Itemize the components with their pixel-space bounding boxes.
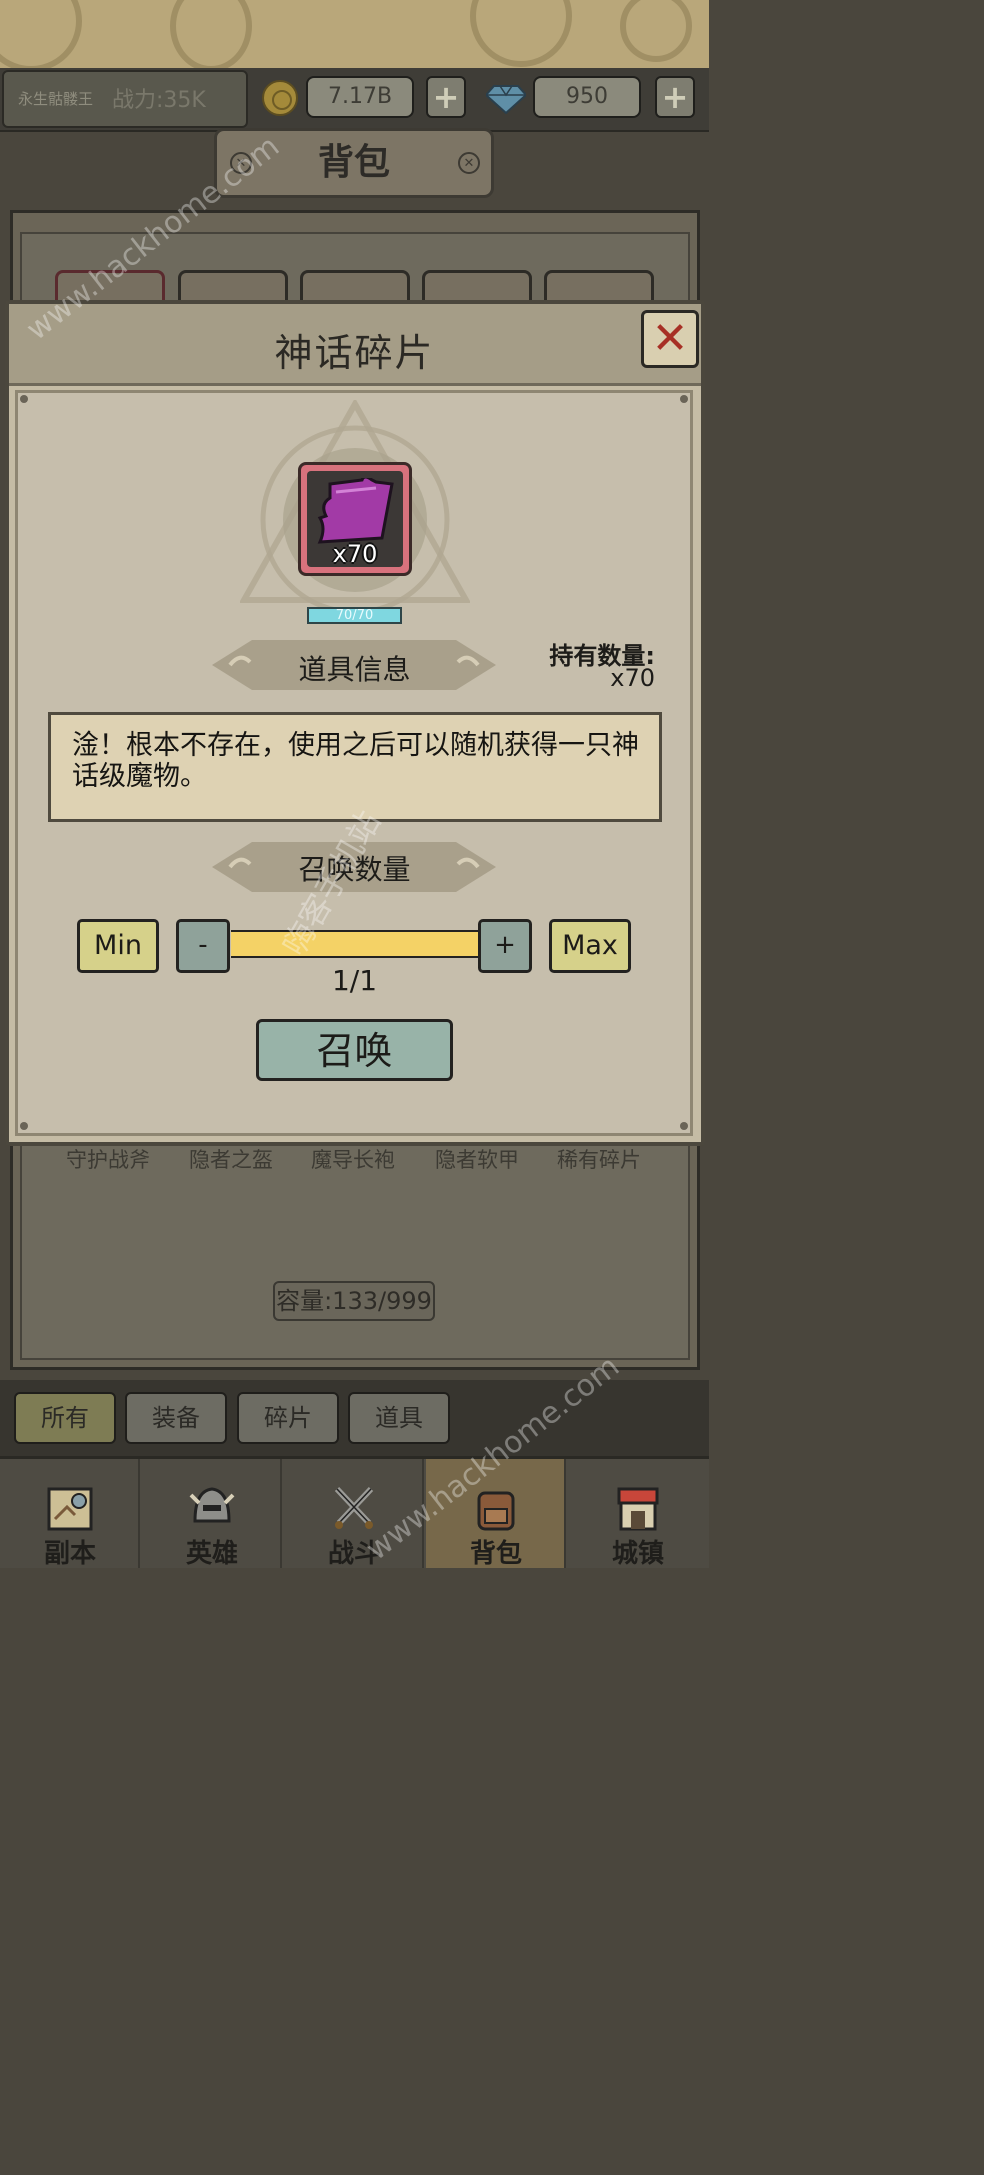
nav-heroes[interactable]: 英雄 <box>142 1459 282 1569</box>
filter-tab-items[interactable]: 道具 <box>348 1392 450 1444</box>
dialog-title: 神话碎片 <box>274 331 435 375</box>
corner-rivet-icon <box>680 1122 688 1130</box>
item-quantity: x70 <box>332 540 378 568</box>
corner-rivet-icon <box>20 1122 28 1130</box>
bag-item-label: 魔导长袍 <box>311 1148 395 1172</box>
quantity-slider[interactable] <box>231 930 478 958</box>
add-gold-button[interactable]: + <box>426 76 466 118</box>
title-ornament-icon: ✕ <box>458 152 480 174</box>
top-banner <box>0 0 709 72</box>
bag-slot[interactable] <box>300 270 410 304</box>
filter-tab-all[interactable]: 所有 <box>14 1392 116 1444</box>
filter-tab-equipment[interactable]: 装备 <box>125 1392 227 1444</box>
close-button[interactable]: ✕ <box>641 310 699 368</box>
diamond-icon <box>486 85 526 114</box>
map-scroll-icon <box>47 1487 93 1531</box>
hold-count-value: x70 <box>610 664 655 692</box>
nav-label: 背包 <box>469 1539 522 1569</box>
bag-item-label: 隐者之盔 <box>189 1148 273 1172</box>
nav-label: 城镇 <box>611 1539 664 1569</box>
gem-amount: 950 <box>533 76 641 118</box>
bag-item-label: 隐者软甲 <box>435 1148 519 1172</box>
player-name: 永生骷髅王 <box>18 90 94 108</box>
filter-tab-fragments[interactable]: 碎片 <box>237 1392 339 1444</box>
helmet-icon <box>189 1487 235 1523</box>
combat-power: 战力:35K <box>112 88 206 113</box>
summon-button[interactable]: 召唤 <box>256 1019 453 1081</box>
shop-building-icon <box>617 1487 659 1531</box>
bag-slot[interactable] <box>178 270 288 304</box>
bag-slot[interactable] <box>422 270 532 304</box>
nav-label: 副本 <box>43 1539 96 1569</box>
item-description: 淦！根本不存在，使用之后可以随机获得一只神话级魔物。 <box>72 730 639 792</box>
corner-rivet-icon <box>680 395 688 403</box>
bag-capacity: 容量:133/999 <box>273 1281 435 1321</box>
bag-item-label: 守护战斧 <box>66 1148 150 1172</box>
puzzle-fragment-icon <box>317 478 394 544</box>
gold-coin-icon <box>262 80 298 116</box>
nav-town[interactable]: 城镇 <box>568 1459 708 1569</box>
corner-rivet-icon <box>20 395 28 403</box>
gold-amount: 7.17B <box>306 76 414 118</box>
nav-label: 英雄 <box>185 1539 238 1569</box>
add-gems-button[interactable]: + <box>655 76 695 118</box>
bag-item-label: 稀有碎片 <box>557 1148 641 1172</box>
summon-quantity: 1/1 <box>331 964 378 997</box>
crossed-swords-icon <box>334 1486 374 1529</box>
fragment-progress-text: 70/70 <box>335 608 374 623</box>
nav-dungeon[interactable]: 副本 <box>0 1459 140 1569</box>
bag-slot[interactable] <box>544 270 654 304</box>
